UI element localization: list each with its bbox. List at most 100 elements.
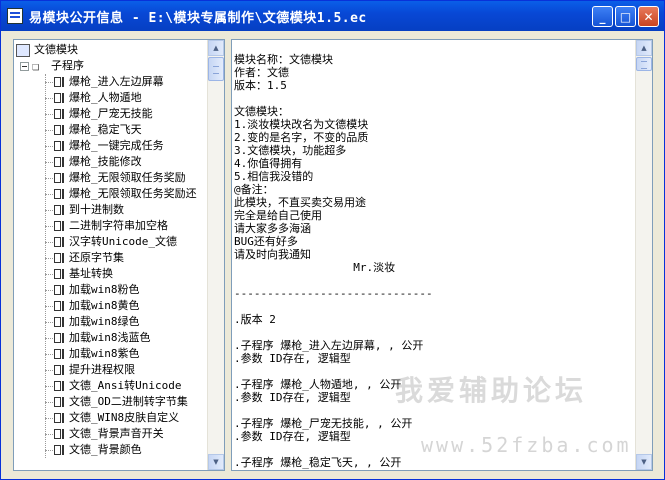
close-button[interactable]: ✕ [638,6,659,27]
module-tree[interactable]: 文德模块 ❏ 子程序 爆枪_进入左边屏幕 爆枪_人物遁地 爆枪_尸宠无技能 爆枪_稳定飞… [14,40,208,470]
tree-item-label: 基址转换 [69,267,113,280]
watermark-url: www.52fzba.com [421,433,632,457]
tree-item[interactable]: 爆枪_技能修改 [54,154,142,170]
subroutine-icon [54,284,66,296]
scroll-up-arrow-icon[interactable]: ▲ [208,40,224,56]
tree-item[interactable]: 加载win8紫色 [54,346,140,362]
subroutine-icon [54,76,66,88]
tree-item[interactable]: 基址转换 [54,266,113,282]
tree-item[interactable]: 汉字转Unicode_文德 [54,234,177,250]
tree-folder-label: 子程序 [51,59,84,72]
tree-item[interactable]: 爆枪_无限领取任务奖励 [54,170,186,186]
tree-item-label: 加载win8绿色 [69,315,140,328]
tree-item[interactable]: 爆枪_无限领取任务奖励还 [54,186,197,202]
tree-guide-line [45,74,46,458]
subroutine-icon [54,204,66,216]
tree-root-label: 文德模块 [34,43,78,56]
tree-item-label: 提升进程权限 [69,363,135,376]
window-controls: _ □ ✕ [592,6,659,27]
app-icon [7,8,23,24]
tree-item[interactable]: 加载win8黄色 [54,298,140,314]
tree-item-label: 爆枪_一键完成任务 [69,139,164,152]
watermark-forum-name: 我爱辅助论坛 [395,374,588,407]
scrollbar-thumb[interactable] [636,57,652,71]
tree-item[interactable]: 到十进制数 [54,202,124,218]
tree-item-label: 爆枪_人物遁地 [69,91,142,104]
subroutine-icon [54,252,66,264]
subroutine-icon [54,412,66,424]
subroutine-icon [54,140,66,152]
tree-item-label: 汉字转Unicode_文德 [69,235,177,248]
tree-folder-node[interactable]: ❏ 子程序 [20,58,84,74]
tree-root-node[interactable]: 文德模块 [16,42,78,58]
tree-item[interactable]: 爆枪_一键完成任务 [54,138,164,154]
maximize-button[interactable]: □ [615,6,636,27]
tree-item-label: 文德_OD二进制转字节集 [69,395,188,408]
tree-item-label: 文德_背景颜色 [69,443,142,456]
subroutine-icon [54,188,66,200]
tree-item-label: 到十进制数 [69,203,124,216]
scroll-down-arrow-icon[interactable]: ▼ [636,454,652,470]
scroll-down-arrow-icon[interactable]: ▼ [208,454,224,470]
module-tree-panel: 文德模块 ❏ 子程序 爆枪_进入左边屏幕 爆枪_人物遁地 爆枪_尸宠无技能 爆枪_稳定飞… [13,39,225,471]
tree-item-label: 加载win8浅蓝色 [69,331,151,344]
tree-item-label: 二进制字符串加空格 [69,219,168,232]
subroutine-icon [54,108,66,120]
tree-item[interactable]: 加载win8绿色 [54,314,140,330]
tree-item[interactable]: 爆枪_稳定飞天 [54,122,142,138]
tree-item[interactable]: 文德_背景声音开关 [54,426,164,442]
tree-item[interactable]: 提升进程权限 [54,362,135,378]
tree-item[interactable]: 还原字节集 [54,250,124,266]
subroutine-icon [54,444,66,456]
scrollbar-thumb[interactable] [208,57,224,81]
subroutine-icon [54,236,66,248]
tree-item-label: 文德_背景声音开关 [69,427,164,440]
tree-item-label: 文德_WIN8皮肤自定义 [69,411,180,424]
info-scrollbar[interactable]: ▲ ▼ [635,40,652,470]
main-window: 易模块公开信息 - E:\模块专属制作\文德模块1.5.ec _ □ ✕ 文德模… [0,0,665,480]
tree-item[interactable]: 爆枪_进入左边屏幕 [54,74,164,90]
tree-item[interactable]: 二进制字符串加空格 [54,218,168,234]
tree-item[interactable]: 爆枪_尸宠无技能 [54,106,153,122]
subroutine-icon [54,396,66,408]
subroutine-icon [54,428,66,440]
subroutine-icon [54,380,66,392]
tree-item-label: 爆枪_进入左边屏幕 [69,75,164,88]
tree-item-label: 爆枪_无限领取任务奖励 [69,171,186,184]
tree-item[interactable]: 文德_OD二进制转字节集 [54,394,188,410]
window-title: 易模块公开信息 - E:\模块专属制作\文德模块1.5.ec [29,10,367,26]
minimize-button[interactable]: _ [592,6,613,27]
tree-item-label: 文德_Ansi转Unicode [69,379,182,392]
subroutine-icon [54,348,66,360]
subroutine-icon [54,156,66,168]
tree-item-label: 加载win8紫色 [69,347,140,360]
tree-item[interactable]: 加载win8浅蓝色 [54,330,151,346]
subroutine-icon [54,220,66,232]
tree-item-label: 加载win8黄色 [69,299,140,312]
tree-item[interactable]: 文德_背景颜色 [54,442,142,458]
tree-item-label: 爆枪_技能修改 [69,155,142,168]
tree-item[interactable]: 爆枪_人物遁地 [54,90,142,106]
tree-item-label: 爆枪_无限领取任务奖励还 [69,187,197,200]
subroutine-icon [54,332,66,344]
scroll-up-arrow-icon[interactable]: ▲ [636,40,652,56]
title-bar[interactable]: 易模块公开信息 - E:\模块专属制作\文德模块1.5.ec _ □ ✕ [1,1,664,31]
tree-item-label: 爆枪_尸宠无技能 [69,107,153,120]
subroutine-icon [54,364,66,376]
subroutine-icon [54,124,66,136]
tree-scrollbar[interactable]: ▲ ▼ [207,40,224,470]
tree-item-label: 加载win8粉色 [69,283,140,296]
subroutine-icon [54,300,66,312]
tree-item-label: 爆枪_稳定飞天 [69,123,142,136]
tree-item[interactable]: 文德_WIN8皮肤自定义 [54,410,179,426]
subroutine-icon [54,316,66,328]
collapse-icon[interactable] [20,61,29,71]
tree-item[interactable]: 文德_Ansi转Unicode [54,378,181,394]
tree-item-label: 还原字节集 [69,251,124,264]
books-icon: ❏ [32,59,40,73]
subroutine-icon [54,172,66,184]
subroutine-icon [54,268,66,280]
module-icon [16,43,30,57]
subroutine-icon [54,92,66,104]
tree-item[interactable]: 加载win8粉色 [54,282,140,298]
